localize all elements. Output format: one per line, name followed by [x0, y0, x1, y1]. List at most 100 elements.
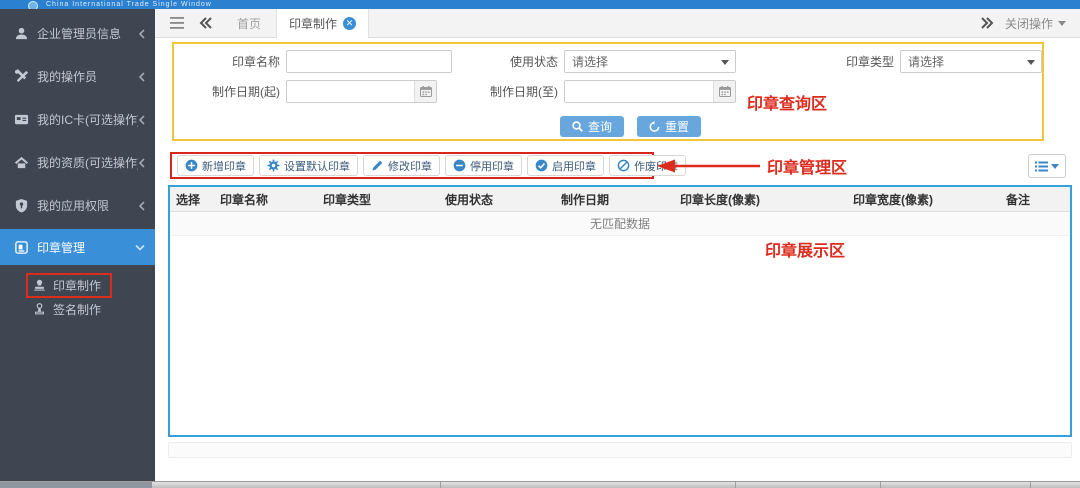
shield-icon [15, 198, 28, 213]
chevron-left-icon [138, 71, 145, 82]
reset-button[interactable]: 重置 [637, 116, 702, 137]
date-to-input[interactable] [565, 81, 735, 102]
gear-icon [267, 159, 280, 172]
top-brand-bar: China International Trade Single Window [0, 0, 1080, 9]
use-status-value: 请选择 [572, 55, 609, 69]
list-icon [1035, 161, 1048, 171]
tab-home[interactable]: 首页 [222, 15, 276, 32]
ic-card-icon [14, 114, 29, 125]
col-make-date: 制作日期 [561, 192, 610, 207]
home-icon [14, 156, 29, 169]
calendar-icon[interactable] [713, 81, 735, 102]
main-area: 首页 印章制作 ✕ 关闭操作 印章名称 使用状态 请选择 印章类型 请选择 制作… [155, 8, 1080, 481]
col-seal-length: 印章长度(像素) [680, 192, 760, 207]
annotation-display-area: 印章展示区 [765, 243, 846, 260]
date-from-label: 制作日期(起) [212, 85, 280, 99]
seal-type-value: 请选择 [908, 55, 945, 69]
col-remark: 备注 [1006, 192, 1031, 207]
chevron-left-icon [138, 200, 145, 211]
page-content: 印章名称 使用状态 请选择 印章类型 请选择 制作日期(起) 制作日期(至) 印… [155, 38, 1080, 481]
search-button[interactable]: 查询 [560, 116, 625, 137]
add-seal-button[interactable]: 新增印章 [177, 155, 254, 176]
tab-bar: 首页 印章制作 ✕ 关闭操作 [155, 8, 1080, 38]
calendar-icon[interactable] [414, 81, 436, 102]
seal-name-label: 印章名称 [231, 55, 280, 69]
close-operations-label: 关闭操作 [1004, 16, 1053, 31]
toolbar-button-label: 启用印章 [552, 160, 596, 173]
date-to-label: 制作日期(至) [490, 85, 558, 99]
annotation-query-area: 印章查询区 [747, 96, 828, 113]
sidebar-item-label: 我的IC卡(可选操作) [37, 113, 138, 127]
brand-text: China International Trade Single Window [46, 1, 212, 8]
close-operations-dropdown[interactable]: 关闭操作 [1005, 15, 1080, 32]
caret-down-icon [721, 60, 729, 65]
taskbar-divider [1030, 482, 1031, 488]
sidebar-item-label: 企业管理员信息 [37, 27, 122, 41]
tools-icon [14, 69, 29, 83]
seal-name-input[interactable] [286, 50, 452, 73]
taskbar-segment [0, 482, 152, 488]
table-empty-state: 无匹配数据 [170, 212, 1070, 236]
col-seal-type: 印章类型 [323, 192, 372, 207]
set-default-seal-button[interactable]: 设置默认印章 [259, 155, 358, 176]
toolbar-button-label: 设置默认印章 [284, 160, 350, 173]
col-seal-width: 印章宽度(像素) [853, 192, 933, 207]
app-window: China International Trade Single Window … [0, 0, 1080, 488]
col-use-status: 使用状态 [445, 192, 494, 207]
sidebar-item-admin-info[interactable]: 企业管理员信息 [0, 12, 155, 55]
search-button-label: 查询 [588, 120, 613, 134]
seal-management-icon [15, 240, 28, 254]
minus-circle-icon [453, 159, 466, 172]
signature-stamp-icon [35, 303, 44, 315]
chevron-down-icon [135, 244, 145, 251]
chevron-left-icon [138, 28, 145, 39]
sidebar-item-label: 我的操作员 [37, 70, 98, 84]
date-from-field [286, 80, 437, 103]
check-circle-icon [535, 159, 548, 172]
toolbar-button-label: 停用印章 [470, 160, 514, 173]
sidebar-subitem-seal-making[interactable]: 印章制作 [0, 272, 155, 298]
close-tab-icon[interactable]: ✕ [343, 16, 357, 30]
taskbar-divider [735, 482, 736, 488]
seal-table-panel: 选择 印章名称 印章类型 使用状态 制作日期 印章长度(像素) 印章宽度(像素)… [168, 185, 1072, 437]
menu-icon[interactable] [170, 17, 186, 29]
app-logo-icon [28, 1, 38, 9]
annotation-red-box: 印章制作 [26, 272, 113, 298]
sidebar-item-label: 我的应用权限 [37, 199, 110, 213]
enable-seal-button[interactable]: 启用印章 [527, 155, 604, 176]
table-header-row: 选择 印章名称 印章类型 使用状态 制作日期 印章长度(像素) 印章宽度(像素)… [170, 187, 1070, 212]
use-status-label: 使用状态 [509, 55, 558, 69]
sidebar: 企业管理员信息 我的操作员 我的IC卡(可选操作) 我的资质(可选操作) 我的应… [0, 9, 155, 481]
scroll-tabs-left-icon[interactable] [198, 17, 214, 29]
tab-label: 印章制作 [289, 16, 338, 31]
disable-seal-button[interactable]: 停用印章 [445, 155, 522, 176]
col-select: 选择 [176, 192, 201, 207]
sidebar-item-qualifications[interactable]: 我的资质(可选操作) [0, 141, 155, 184]
ban-circle-icon [617, 159, 630, 172]
tab-seal-making[interactable]: 印章制作 ✕ [276, 8, 370, 38]
taskbar-divider [880, 482, 881, 488]
user-icon [15, 27, 28, 40]
search-icon [572, 121, 583, 132]
sidebar-subitem-signature-making[interactable]: 签名制作 [0, 297, 155, 321]
sidebar-item-operators[interactable]: 我的操作员 [0, 55, 155, 98]
caret-down-icon [1027, 60, 1035, 65]
os-taskbar [0, 481, 1080, 488]
sidebar-item-ic-card[interactable]: 我的IC卡(可选操作) [0, 98, 155, 141]
sidebar-item-app-permissions[interactable]: 我的应用权限 [0, 184, 155, 227]
sidebar-subitem-label: 印章制作 [53, 278, 102, 293]
seal-type-select[interactable]: 请选择 [900, 50, 1042, 73]
annotation-manage-area: 印章管理区 [767, 160, 848, 177]
taskbar-divider [440, 482, 441, 488]
modify-seal-button[interactable]: 修改印章 [363, 155, 440, 176]
col-seal-name: 印章名称 [220, 192, 269, 207]
column-view-button[interactable] [1028, 154, 1066, 178]
scroll-tabs-right-icon[interactable] [979, 17, 995, 29]
sidebar-item-seal-management[interactable]: 印章管理 [0, 229, 155, 265]
sidebar-subitem-label: 签名制作 [53, 302, 102, 317]
sidebar-item-label: 我的资质(可选操作) [37, 156, 138, 170]
use-status-select[interactable]: 请选择 [564, 50, 736, 73]
plus-circle-icon [185, 159, 198, 172]
annotation-arrow [657, 159, 760, 173]
reset-button-label: 重置 [665, 120, 690, 134]
